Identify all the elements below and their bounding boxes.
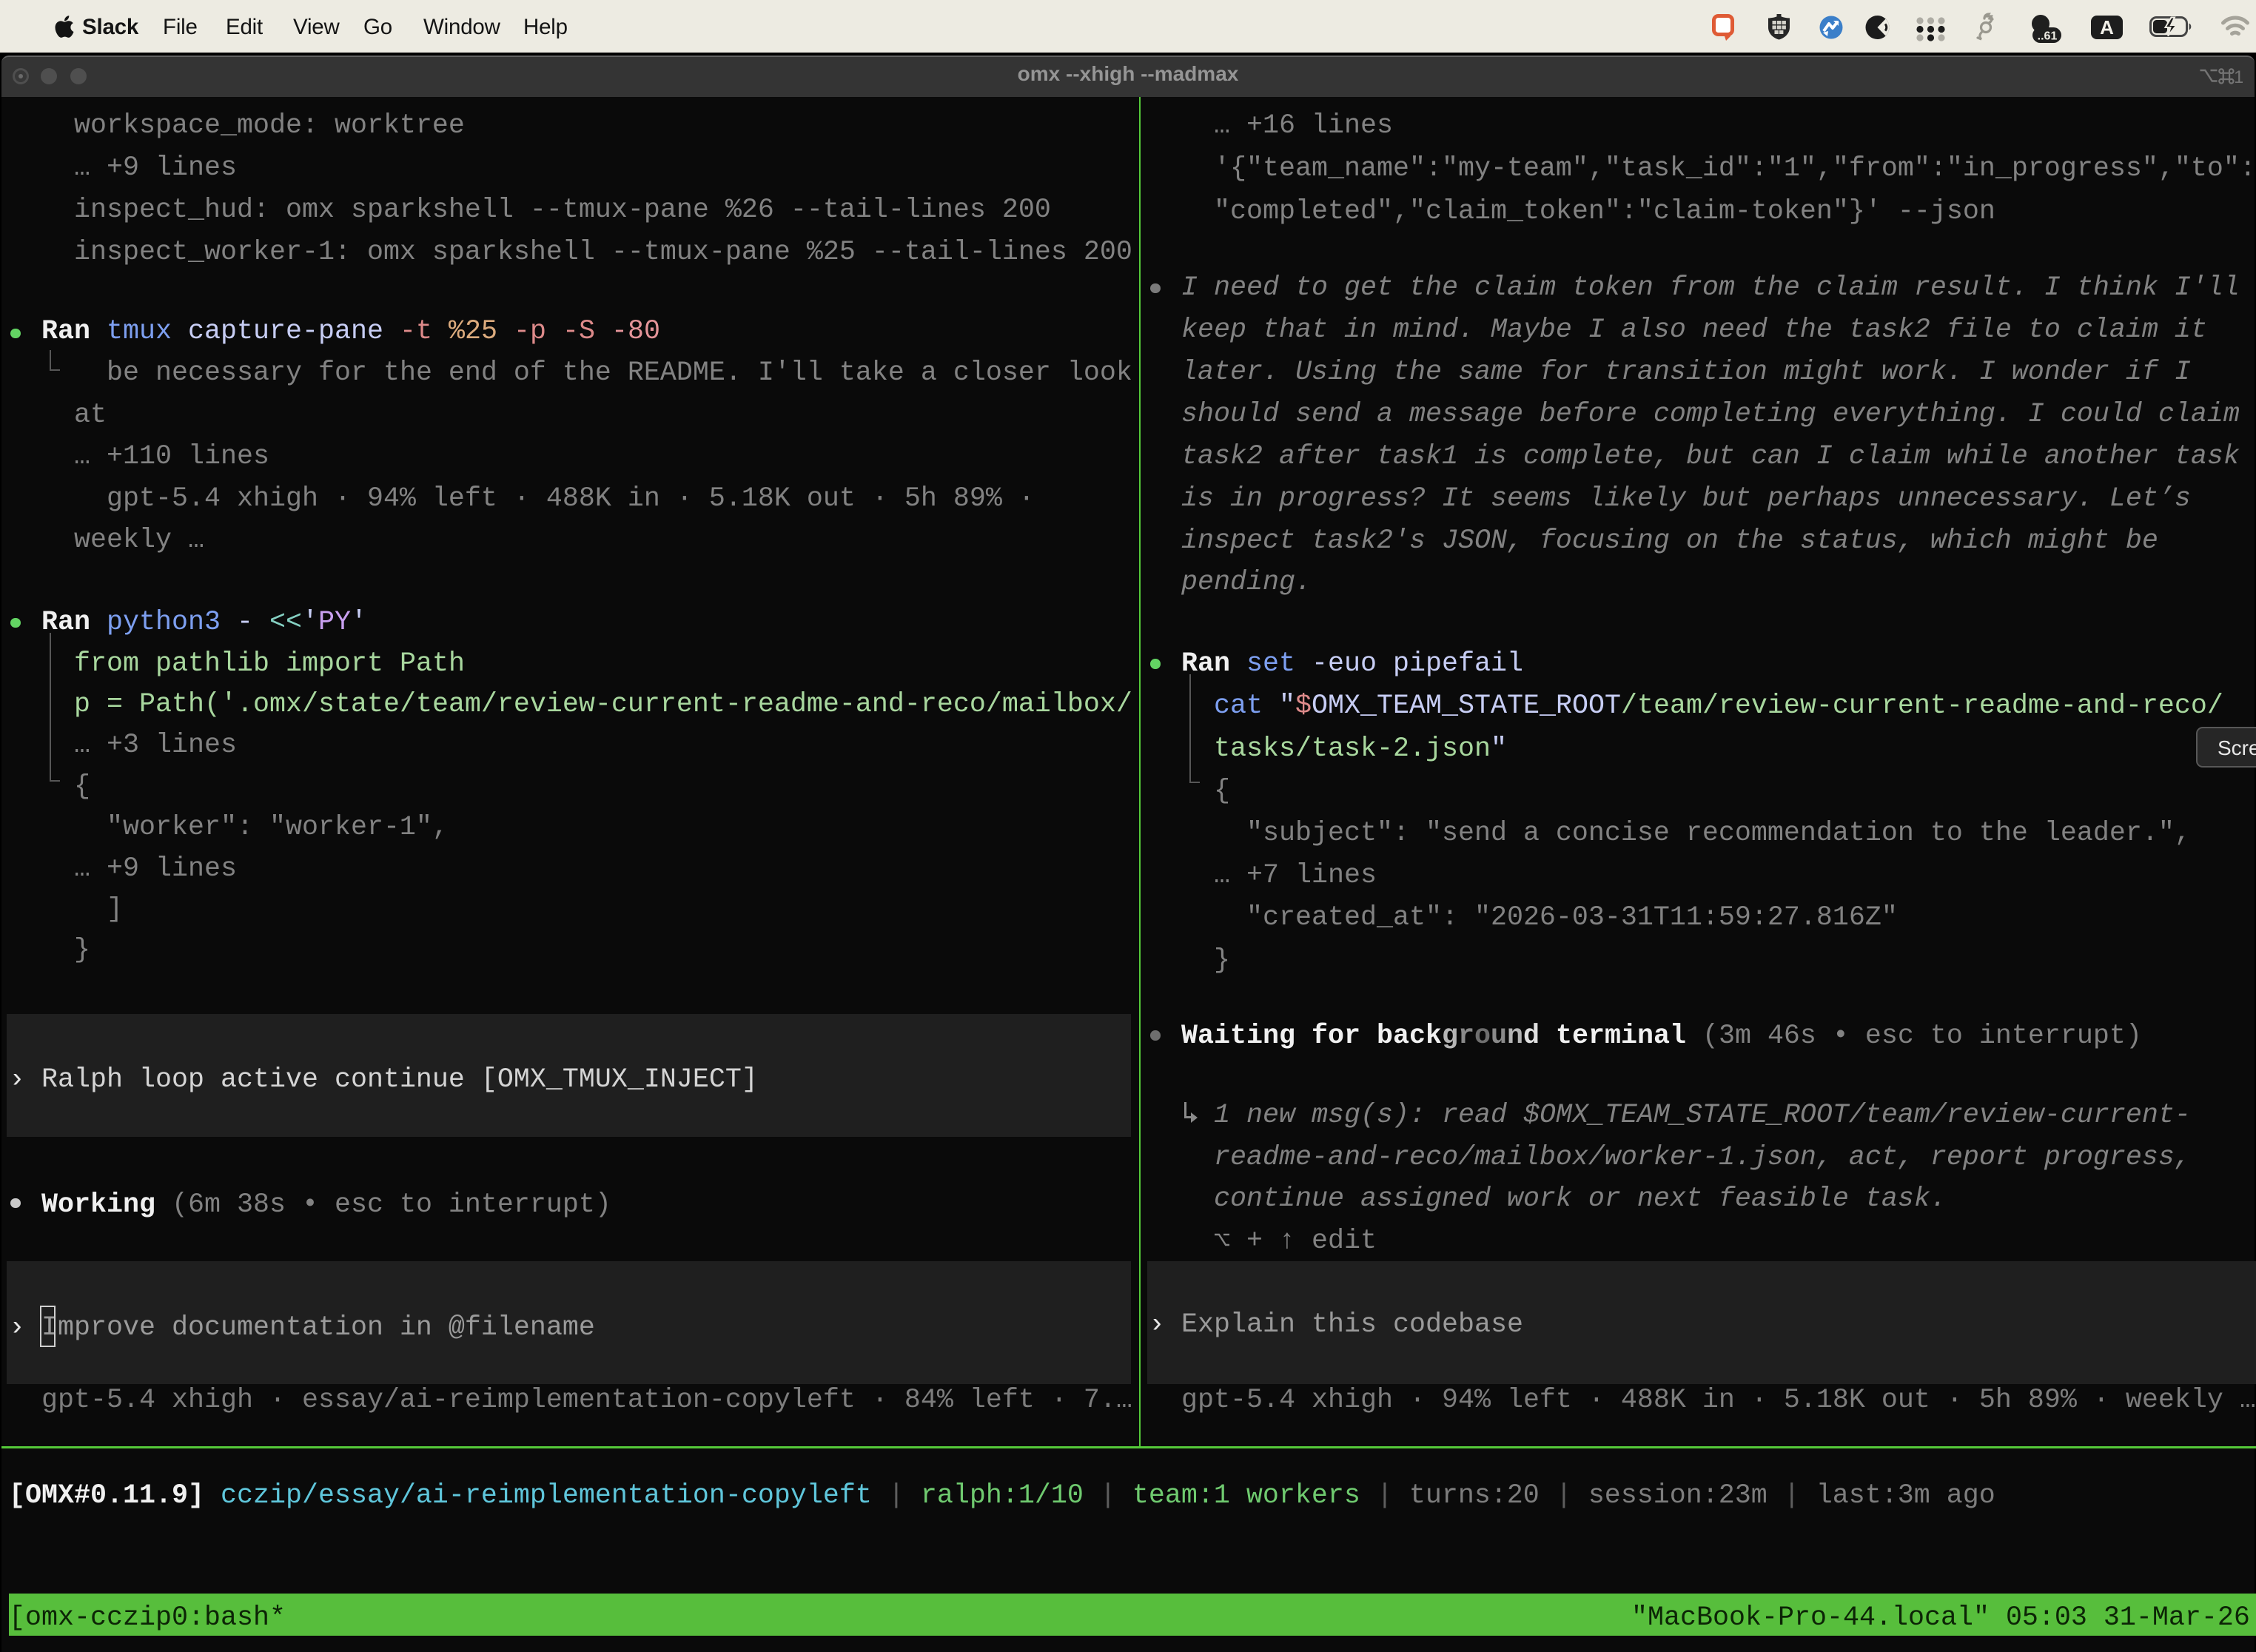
svg-text:1: 1: [2234, 67, 2243, 87]
svg-text:..61: ..61: [2038, 30, 2058, 43]
